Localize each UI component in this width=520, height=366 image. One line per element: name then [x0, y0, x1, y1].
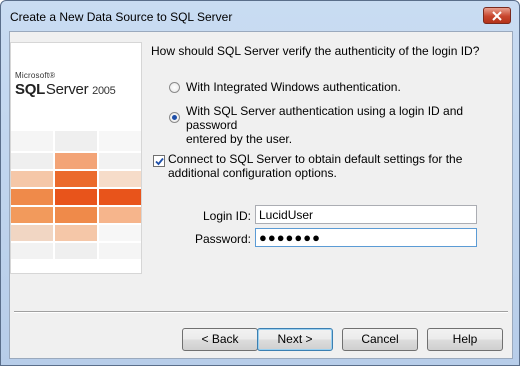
login-id-label: Login ID: [202, 209, 251, 223]
login-id-input[interactable]: LucidUser [255, 205, 477, 224]
radio-windows-auth-label[interactable]: With Integrated Windows authentication. [186, 80, 401, 94]
window-title: Create a New Data Source to SQL Server [10, 10, 233, 24]
cancel-button[interactable]: Cancel [342, 328, 418, 351]
radio-sql-auth-label[interactable]: With SQL Server authentication using a l… [186, 104, 512, 146]
logo-sql-server: SQL Server 2005 [15, 81, 116, 98]
close-icon [492, 11, 502, 21]
close-button[interactable] [483, 7, 511, 24]
password-input[interactable]: ●●●●●●● [255, 228, 477, 247]
connect-checkbox[interactable] [153, 155, 165, 167]
help-button[interactable]: Help [427, 328, 503, 351]
dialog-window: Create a New Data Source to SQL Server M… [0, 0, 520, 366]
separator [14, 311, 508, 313]
product-banner: Microsoft® SQL Server 2005 [10, 42, 142, 274]
connect-checkbox-label[interactable]: Connect to SQL Server to obtain default … [168, 152, 462, 180]
logo-version: 2005 [92, 85, 116, 97]
title-bar[interactable]: Create a New Data Source to SQL Server [1, 1, 519, 31]
password-label: Password: [194, 232, 251, 246]
radio-windows-auth[interactable] [169, 82, 180, 93]
auth-question: How should SQL Server verify the authent… [151, 44, 480, 58]
radio-sql-auth[interactable] [169, 112, 180, 123]
logo-microsoft: Microsoft® [15, 71, 56, 80]
checkmark-icon [155, 157, 164, 166]
dialog-content: Microsoft® SQL Server 2005 How should SQ… [9, 31, 513, 359]
back-button[interactable]: < Back [182, 328, 258, 351]
next-button[interactable]: Next > [257, 328, 333, 351]
